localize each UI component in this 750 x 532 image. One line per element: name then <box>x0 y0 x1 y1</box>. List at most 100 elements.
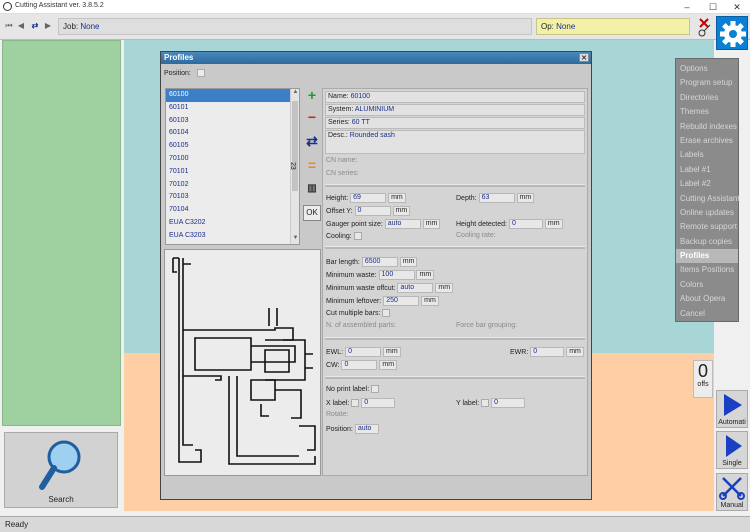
menu-item-cancel[interactable]: Cancel <box>676 307 738 321</box>
menu-item-labels[interactable]: Labels <box>676 148 738 162</box>
menu-item-label-1[interactable]: Label #1 <box>676 163 738 177</box>
menu-item-options[interactable]: Options <box>676 62 738 76</box>
menu-item-colors[interactable]: Colors <box>676 278 738 292</box>
x-label-field: X label: 0 <box>326 398 396 408</box>
assembled-parts-field: N. of assembled parts: <box>326 322 396 329</box>
cooling-checkbox[interactable] <box>353 232 362 240</box>
list-item[interactable]: 60105 <box>166 140 299 153</box>
list-item[interactable]: 70104 <box>166 204 299 217</box>
position-checkbox[interactable] <box>196 69 205 77</box>
maximize-button[interactable]: ☐ <box>700 0 726 14</box>
list-item[interactable]: 70103 <box>166 191 299 204</box>
y-label-label: Y label: <box>456 399 480 407</box>
no-print-checkbox[interactable] <box>371 385 380 393</box>
next-icon[interactable]: ▶ <box>43 20 53 32</box>
position-field-input[interactable]: auto <box>354 424 379 434</box>
ewr-unit: mm <box>566 347 584 357</box>
x-label-input[interactable]: 0 <box>361 398 396 408</box>
menu-item-profiles[interactable]: Profiles <box>676 249 738 264</box>
minimize-button[interactable]: – <box>674 0 700 14</box>
list-item[interactable]: 60103 <box>166 115 299 128</box>
settings-button[interactable] <box>716 16 748 50</box>
single-button[interactable]: Single <box>716 431 748 469</box>
menu-item-remote-support[interactable]: Remote support <box>676 220 738 234</box>
manual-button[interactable]: Manual <box>716 473 748 511</box>
swap-icon[interactable]: ⇄ <box>303 132 321 150</box>
profiles-list[interactable]: 60100 60101 60103 60104 60105 70100 7010… <box>165 88 300 245</box>
list-item[interactable]: 60104 <box>166 127 299 140</box>
job-field[interactable]: Job: None <box>58 18 532 35</box>
list-item[interactable]: EUA C3202 <box>166 217 299 230</box>
min-waste-label: Minimum waste: <box>326 271 377 279</box>
y-label-input[interactable]: 0 <box>491 398 526 408</box>
cw-input[interactable]: 0 <box>341 360 378 370</box>
list-item[interactable]: 60101 <box>166 102 299 115</box>
ok-button[interactable]: OK <box>303 205 321 221</box>
cw-unit: mm <box>379 360 398 370</box>
menu-item-about-opera[interactable]: About Opera <box>676 292 738 306</box>
tools-icon[interactable] <box>697 16 713 38</box>
system-field[interactable]: System: ALUMINIUM <box>325 104 585 116</box>
name-field[interactable]: Name: 60100 <box>325 91 585 103</box>
equal-icon[interactable]: = <box>303 156 321 174</box>
import-icon[interactable]: ▥ <box>303 180 321 198</box>
ewl-unit: mm <box>383 347 401 357</box>
menu-item-program-setup[interactable]: Program setup <box>676 76 738 90</box>
add-icon[interactable]: + <box>303 86 321 104</box>
bar-length-input[interactable]: 6500 <box>361 257 398 267</box>
menu-item-cutting-assistant[interactable]: Cutting Assistant <box>676 192 740 206</box>
close-icon[interactable]: ✕ <box>579 53 589 62</box>
remove-icon[interactable]: − <box>303 108 321 126</box>
menu-item-themes[interactable]: Themes <box>676 105 738 119</box>
description-field[interactable]: Desc.: Rounded sash <box>325 130 585 154</box>
depth-field: Depth: 63 mm <box>456 193 535 203</box>
menu-item-label-2[interactable]: Label #2 <box>676 177 738 191</box>
single-label: Single <box>722 460 742 467</box>
divider <box>325 376 585 379</box>
list-item[interactable]: EUA C3203 <box>166 230 299 243</box>
menu-item-items-positions[interactable]: Items Positions <box>676 263 738 277</box>
dialog-title-bar: Profiles ✕ <box>161 52 591 64</box>
list-item[interactable]: 70100 <box>166 153 299 166</box>
previous-icon[interactable]: ◀ <box>16 20 26 32</box>
scroll-up-icon[interactable]: ▲ <box>291 89 299 98</box>
depth-input[interactable]: 63 <box>478 193 515 203</box>
first-icon[interactable]: ⏮ <box>4 20 14 32</box>
height-detected-input[interactable]: 0 <box>508 219 543 229</box>
ewl-field: EWL: 0 mm <box>326 347 401 357</box>
y-label-checkbox[interactable] <box>481 399 490 407</box>
search-button[interactable]: Search <box>4 432 118 508</box>
min-waste-input[interactable]: 100 <box>378 270 415 280</box>
list-item[interactable]: 70101 <box>166 166 299 179</box>
swap-icon[interactable]: ⇄ <box>30 20 40 32</box>
profile-properties: Name: 60100 System: ALUMINIUM Series: 60… <box>322 88 588 476</box>
list-item[interactable]: 70102 <box>166 179 299 192</box>
scroll-down-icon[interactable]: ▼ <box>291 235 299 244</box>
automatic-button[interactable]: Automati <box>716 390 748 428</box>
close-window-button[interactable]: ✕ <box>724 0 750 14</box>
series-field[interactable]: Series: 60 TT <box>325 117 585 129</box>
offset-y-unit: mm <box>392 206 411 216</box>
cooling-rate-label: Cooling rate: <box>456 232 496 239</box>
offset-y-input[interactable]: 0 <box>354 206 391 216</box>
menu-item-erase-archives[interactable]: Erase archives <box>676 134 738 148</box>
scroll-thumb[interactable] <box>292 101 298 191</box>
offcuts-counter[interactable]: 0 offs <box>693 360 713 398</box>
play-icon <box>726 435 742 457</box>
op-label: Op: <box>541 22 554 31</box>
list-item[interactable]: 60100 <box>166 89 299 102</box>
ewl-input[interactable]: 0 <box>345 347 382 357</box>
menu-item-rebuild-indexes[interactable]: Rebuild indexes <box>676 120 738 134</box>
gauger-input[interactable]: auto <box>384 219 421 229</box>
height-input[interactable]: 69 <box>350 193 387 203</box>
menu-item-backup-copies[interactable]: Backup copies <box>676 235 738 249</box>
menu-item-online-updates[interactable]: Online updates <box>676 206 738 220</box>
op-field[interactable]: Op: None <box>536 18 690 35</box>
min-leftover-input[interactable]: 250 <box>383 296 420 306</box>
x-label-checkbox[interactable] <box>351 399 360 407</box>
min-waste-offcut-input[interactable]: auto <box>397 283 434 293</box>
offcuts-count: 0 <box>697 361 708 381</box>
ewr-input[interactable]: 0 <box>530 347 565 357</box>
menu-item-directories[interactable]: Directories <box>676 91 738 105</box>
cut-multiple-checkbox[interactable] <box>382 309 391 317</box>
